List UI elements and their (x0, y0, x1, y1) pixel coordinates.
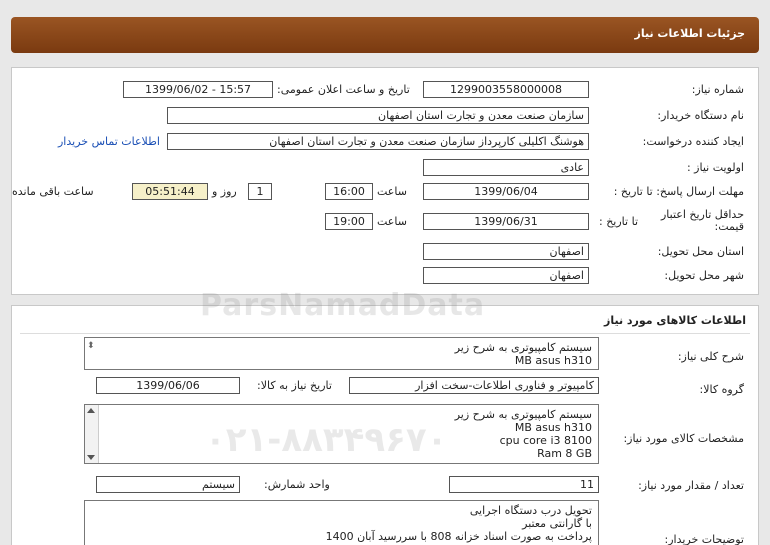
unit-field[interactable]: سیستم (96, 476, 240, 493)
buyer-contact-link[interactable]: اطلاعات تماس خریدار (58, 135, 160, 148)
qty-field[interactable]: 11 (449, 476, 599, 493)
group-label: گروه کالا: (699, 383, 744, 396)
province-field[interactable]: اصفهان (423, 243, 589, 260)
section-divider (20, 333, 750, 334)
buyer-notes-line: با گارانتی معتبر (522, 517, 592, 530)
qty-label: تعداد / مقدار مورد نیاز: (638, 479, 744, 492)
days-field[interactable]: 1 (248, 183, 272, 200)
general-desc-field[interactable]: ⬍ سیستم کامپیوتری به شرح زیر MB asus h31… (84, 337, 599, 370)
unit-label: واحد شمارش: (264, 478, 330, 491)
watermark-phone: ۰۲۱-۸۸۳۴۹۶۷۰ (205, 420, 448, 460)
resize-icon[interactable]: ⬍ (87, 340, 95, 353)
page-header: جزئیات اطلاعات نیاز (11, 17, 759, 53)
remaining-label: ساعت باقی مانده (12, 185, 94, 198)
spec-scrollbar[interactable] (85, 405, 99, 463)
need-date-label: تاریخ نیاز به کالا: (257, 379, 332, 392)
need-date-field[interactable]: 1399/06/06 (96, 377, 240, 394)
validity-date-field[interactable]: 1399/06/31 (423, 213, 589, 230)
buyer-org-label: نام دستگاه خریدار: (657, 109, 744, 122)
need-number-field[interactable]: 1299003558000008 (423, 81, 589, 98)
announce-field[interactable]: 1399/06/02 - 15:57 (123, 81, 273, 98)
spec-label: مشخصات کالای مورد نیاز: (623, 432, 744, 445)
days-label: روز و (212, 185, 237, 198)
goods-section-title: اطلاعات کالاهای مورد نیاز (604, 314, 746, 327)
announce-label: تاریخ و ساعت اعلان عمومی: (277, 83, 410, 96)
province-label: استان محل تحویل: (657, 245, 744, 258)
page-title: جزئیات اطلاعات نیاز (634, 27, 746, 40)
remaining-time-field: 05:51:44 (132, 183, 208, 200)
validity-time-label: ساعت (377, 215, 407, 228)
city-field[interactable]: اصفهان (423, 267, 589, 284)
deadline-label: مهلت ارسال پاسخ: تا تاریخ : (613, 185, 744, 198)
deadline-time-field[interactable]: 16:00 (325, 183, 373, 200)
priority-label: اولویت نیاز : (686, 161, 744, 174)
priority-field[interactable]: عادی (423, 159, 589, 176)
city-label: شهر محل تحویل: (664, 269, 744, 282)
validity-to-label: تا تاریخ : (599, 215, 638, 228)
need-info-panel: شماره نیاز: 1299003558000008 تاریخ و ساع… (11, 67, 759, 295)
buyer-notes-label: توضیحات خریدار: (664, 533, 745, 545)
watermark-text: ParsNamadData (200, 288, 486, 323)
requester-label: ایجاد کننده درخواست: (642, 135, 744, 148)
buyer-notes-line: پرداخت به صورت اسناد خزانه 808 با سررسید… (325, 530, 592, 543)
group-field[interactable]: کامپیوتر و فناوری اطلاعات-سخت افزار (349, 377, 599, 394)
general-desc-line: MB asus h310 (514, 354, 592, 367)
deadline-time-label: ساعت (377, 185, 407, 198)
validity-time-field[interactable]: 19:00 (325, 213, 373, 230)
scroll-down-icon[interactable] (87, 455, 95, 460)
need-number-label: شماره نیاز: (691, 83, 744, 96)
scroll-up-icon[interactable] (87, 408, 95, 413)
buyer-notes-line: تحویل درب دستگاه اجرایی (469, 504, 592, 517)
buyer-notes-field[interactable]: تحویل درب دستگاه اجرایی با گارانتی معتبر… (84, 500, 599, 545)
requester-field[interactable]: هوشنگ اکلیلی کارپرداز سازمان صنعت معدن و… (167, 133, 589, 150)
validity-label: حداقل تاریخ اعتبار قیمت: (660, 208, 744, 233)
deadline-date-field[interactable]: 1399/06/04 (423, 183, 589, 200)
general-desc-label: شرح کلی نیاز: (677, 350, 744, 363)
general-desc-line: سیستم کامپیوتری به شرح زیر (454, 341, 592, 354)
buyer-org-field[interactable]: سازمان صنعت معدن و تجارت استان اصفهان (167, 107, 589, 124)
